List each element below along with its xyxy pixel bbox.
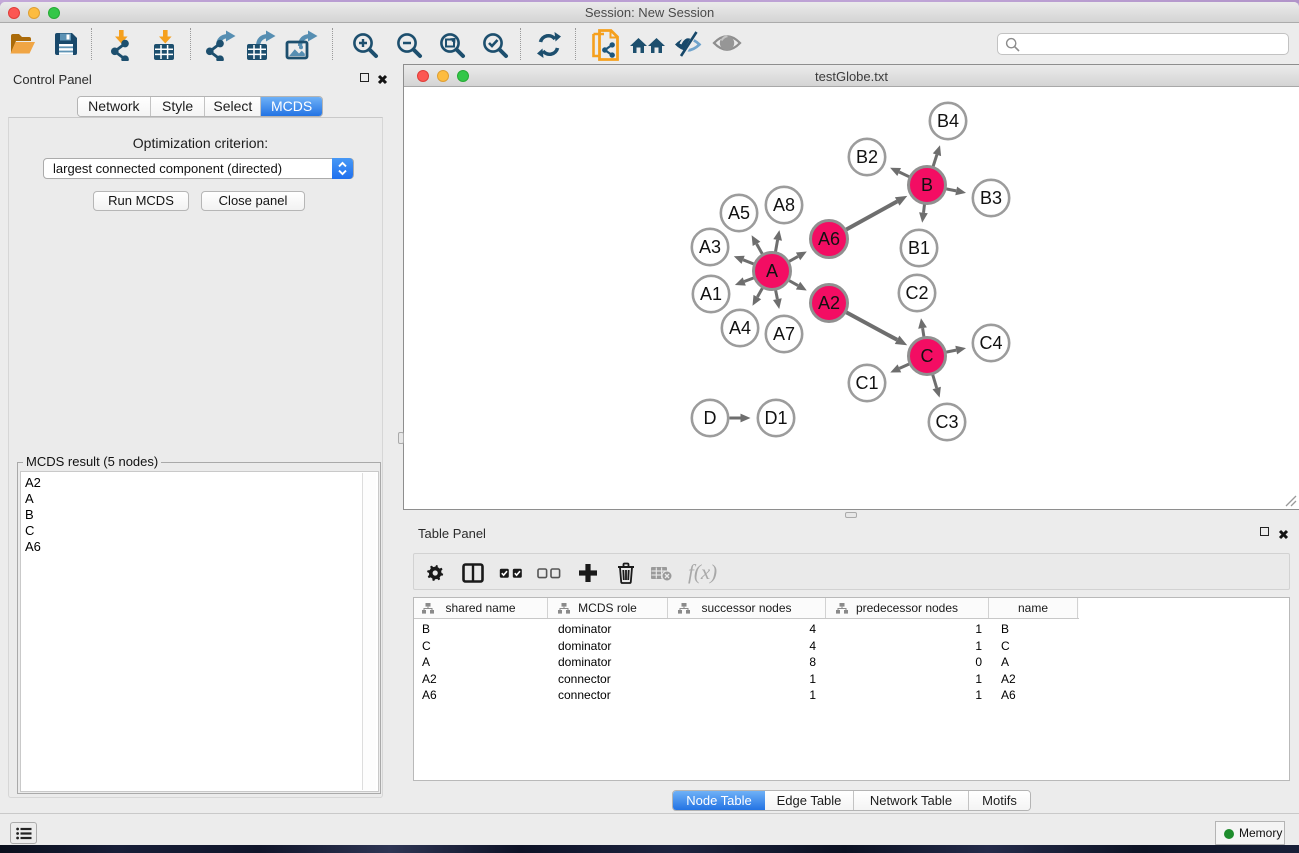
svg-text:A7: A7 (773, 324, 795, 344)
svg-text:D1: D1 (764, 408, 787, 428)
svg-text:C1: C1 (855, 373, 878, 393)
svg-text:B1: B1 (908, 238, 930, 258)
svg-text:B2: B2 (856, 147, 878, 167)
svg-text:B: B (921, 175, 933, 195)
svg-text:C4: C4 (979, 333, 1002, 353)
svg-text:C3: C3 (935, 412, 958, 432)
svg-text:B4: B4 (937, 111, 959, 131)
svg-text:C: C (921, 346, 934, 366)
svg-text:A5: A5 (728, 203, 750, 223)
svg-text:A6: A6 (818, 229, 840, 249)
svg-text:A3: A3 (699, 237, 721, 257)
svg-text:A: A (766, 261, 778, 281)
svg-text:A4: A4 (729, 318, 751, 338)
svg-text:A8: A8 (773, 195, 795, 215)
svg-text:A2: A2 (818, 293, 840, 313)
svg-text:B3: B3 (980, 188, 1002, 208)
svg-text:C2: C2 (905, 283, 928, 303)
svg-text:D: D (704, 408, 717, 428)
svg-text:A1: A1 (700, 284, 722, 304)
